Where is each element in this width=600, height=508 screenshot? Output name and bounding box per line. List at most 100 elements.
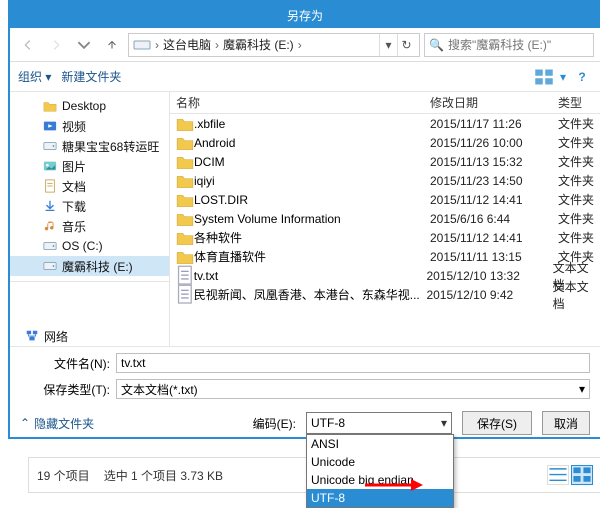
view-mode-icon[interactable] bbox=[534, 68, 554, 86]
nav-row: › 这台电脑 › 魔霸科技 (E:) › ▾ ↻ 🔍 bbox=[10, 28, 600, 62]
sidebar-item-0[interactable]: Desktop bbox=[10, 96, 169, 116]
column-headers[interactable]: 名称 修改日期 类型 bbox=[170, 92, 600, 114]
sidebar-item-6[interactable]: 音乐 bbox=[10, 216, 169, 236]
column-name[interactable]: 名称 bbox=[170, 94, 430, 111]
encoding-option[interactable]: Unicode bbox=[307, 453, 453, 471]
folder-icon bbox=[176, 249, 194, 265]
search-box[interactable]: 🔍 bbox=[424, 33, 594, 57]
hide-folders-link[interactable]: ⌃ 隐藏文件夹 bbox=[20, 415, 94, 432]
thumbnail-view-icon[interactable] bbox=[571, 465, 593, 485]
breadcrumb-refresh-icon[interactable]: ↻ bbox=[397, 34, 415, 56]
filetype-value: 文本文档(*.txt) bbox=[121, 381, 198, 398]
doc-icon bbox=[42, 179, 58, 193]
breadcrumb[interactable]: › 这台电脑 › 魔霸科技 (E:) › ▾ ↻ bbox=[128, 33, 420, 57]
encoding-option[interactable]: ANSI bbox=[307, 435, 453, 453]
video-icon bbox=[42, 119, 58, 133]
filetype-label: 保存类型(T): bbox=[20, 381, 110, 398]
file-row[interactable]: tv.txt2015/12/10 13:32文本文档 bbox=[170, 266, 600, 285]
nav-forward-button[interactable] bbox=[44, 33, 68, 57]
new-folder-button[interactable]: 新建文件夹 bbox=[61, 68, 121, 85]
file-date: 2015/11/11 13:15 bbox=[430, 250, 558, 264]
file-name: 各种软件 bbox=[194, 229, 430, 246]
breadcrumb-seg-1[interactable]: 魔霸科技 (E:) bbox=[223, 36, 294, 53]
save-button[interactable]: 保存(S) bbox=[462, 411, 532, 435]
nav-back-button[interactable] bbox=[16, 33, 40, 57]
chevron-right-icon: › bbox=[296, 38, 304, 52]
sidebar-item-label: Desktop bbox=[62, 99, 106, 113]
file-date: 2015/12/10 13:32 bbox=[426, 269, 552, 283]
folder-icon bbox=[42, 99, 58, 113]
annotation-arrow-icon bbox=[363, 476, 423, 494]
action-row: ⌃ 隐藏文件夹 编码(E): UTF-8 ▾ ANSIUnicodeUnicod… bbox=[10, 407, 600, 437]
file-name: tv.txt bbox=[194, 269, 427, 283]
sidebar-item-8[interactable]: 魔霸科技 (E:) bbox=[10, 256, 169, 276]
folder-icon bbox=[176, 230, 194, 246]
txt-icon bbox=[176, 284, 194, 304]
chevron-down-icon[interactable]: ▾ bbox=[560, 70, 566, 84]
encoding-dropdown: ANSIUnicodeUnicode big endianUTF-8 bbox=[306, 434, 454, 508]
titlebar[interactable]: 另存为 bbox=[10, 2, 600, 28]
column-modified[interactable]: 修改日期 bbox=[430, 94, 558, 111]
sidebar-item-label: 网络 bbox=[44, 328, 68, 345]
file-name: iqiyi bbox=[194, 174, 430, 188]
sidebar-item-4[interactable]: 文档 bbox=[10, 176, 169, 196]
toolbar: 组织 ▾ 新建文件夹 ▾ ? bbox=[10, 62, 600, 92]
file-type: 文件夹 bbox=[558, 153, 594, 170]
file-date: 2015/11/23 14:50 bbox=[430, 174, 558, 188]
nav-up-button[interactable] bbox=[100, 33, 124, 57]
sidebar-item-7[interactable]: OS (C:) bbox=[10, 236, 169, 256]
music-icon bbox=[42, 219, 58, 233]
help-icon[interactable]: ? bbox=[572, 68, 592, 86]
drive-e-icon bbox=[42, 259, 58, 273]
network-icon bbox=[24, 329, 40, 343]
file-row[interactable]: System Volume Information2015/6/16 6:44文… bbox=[170, 209, 600, 228]
search-input[interactable] bbox=[448, 38, 589, 52]
filetype-select[interactable]: 文本文档(*.txt) ▾ bbox=[116, 379, 590, 399]
breadcrumb-dropdown-icon[interactable]: ▾ bbox=[379, 34, 397, 56]
breadcrumb-seg-0[interactable]: 这台电脑 bbox=[163, 36, 211, 53]
sidebar-item-label: 视频 bbox=[62, 118, 86, 135]
column-type[interactable]: 类型 bbox=[558, 94, 600, 111]
sidebar-item-3[interactable]: 图片 bbox=[10, 156, 169, 176]
file-row[interactable]: DCIM2015/11/13 15:32文件夹 bbox=[170, 152, 600, 171]
chevron-right-icon: › bbox=[213, 38, 221, 52]
folder-icon bbox=[176, 211, 194, 227]
file-name: DCIM bbox=[194, 155, 430, 169]
encoding-value: UTF-8 bbox=[311, 416, 345, 430]
cancel-button[interactable]: 取消 bbox=[542, 411, 590, 435]
sidebar-item-label: 下载 bbox=[62, 198, 86, 215]
file-name: .xbfile bbox=[194, 117, 430, 131]
sidebar: Desktop 视频糖果宝宝68转运旺图片文档下载音乐OS (C:)魔霸科技 (E… bbox=[10, 92, 170, 346]
sidebar-item-5[interactable]: 下载 bbox=[10, 196, 169, 216]
sidebar-item-2[interactable]: 糖果宝宝68转运旺 bbox=[10, 136, 169, 156]
chevron-down-icon: ▾ bbox=[441, 416, 447, 430]
file-type: 文件夹 bbox=[558, 115, 594, 132]
picture-icon bbox=[42, 159, 58, 173]
encoding-select[interactable]: UTF-8 ▾ ANSIUnicodeUnicode big endianUTF… bbox=[306, 412, 452, 434]
file-row[interactable]: Android2015/11/26 10:00文件夹 bbox=[170, 133, 600, 152]
file-type: 文件夹 bbox=[558, 134, 594, 151]
file-date: 2015/11/26 10:00 bbox=[430, 136, 558, 150]
nav-history-button[interactable] bbox=[72, 33, 96, 57]
organize-menu[interactable]: 组织 ▾ bbox=[18, 68, 51, 85]
file-type: 文件夹 bbox=[558, 229, 594, 246]
sidebar-item-label: 糖果宝宝68转运旺 bbox=[62, 138, 159, 155]
file-row[interactable]: 体育直播软件2015/11/11 13:15文件夹 bbox=[170, 247, 600, 266]
file-row[interactable]: .xbfile2015/11/17 11:26文件夹 bbox=[170, 114, 600, 133]
details-view-icon[interactable] bbox=[547, 465, 569, 485]
file-row[interactable]: 各种软件2015/11/12 14:41文件夹 bbox=[170, 228, 600, 247]
save-dialog: 另存为 › 这台电脑 › 魔霸科技 (E:) › ▾ ↻ bbox=[8, 0, 600, 439]
folder-icon bbox=[176, 154, 194, 170]
sidebar-item-1[interactable]: 视频 bbox=[10, 116, 169, 136]
sidebar-item-label: 文档 bbox=[62, 178, 86, 195]
file-row[interactable]: 民视新闻、凤凰香港、本港台、东森华视...2015/12/10 9:42文本文档 bbox=[170, 285, 600, 304]
filename-input[interactable] bbox=[116, 353, 590, 373]
file-type: 文本文档 bbox=[553, 278, 600, 312]
file-row[interactable]: LOST.DIR2015/11/12 14:41文件夹 bbox=[170, 190, 600, 209]
file-name: Android bbox=[194, 136, 430, 150]
sidebar-item-network[interactable]: 网络 bbox=[10, 326, 169, 346]
file-date: 2015/11/12 14:41 bbox=[430, 193, 558, 207]
encoding-label: 编码(E): bbox=[253, 415, 296, 432]
file-row[interactable]: iqiyi2015/11/23 14:50文件夹 bbox=[170, 171, 600, 190]
file-type: 文件夹 bbox=[558, 210, 594, 227]
